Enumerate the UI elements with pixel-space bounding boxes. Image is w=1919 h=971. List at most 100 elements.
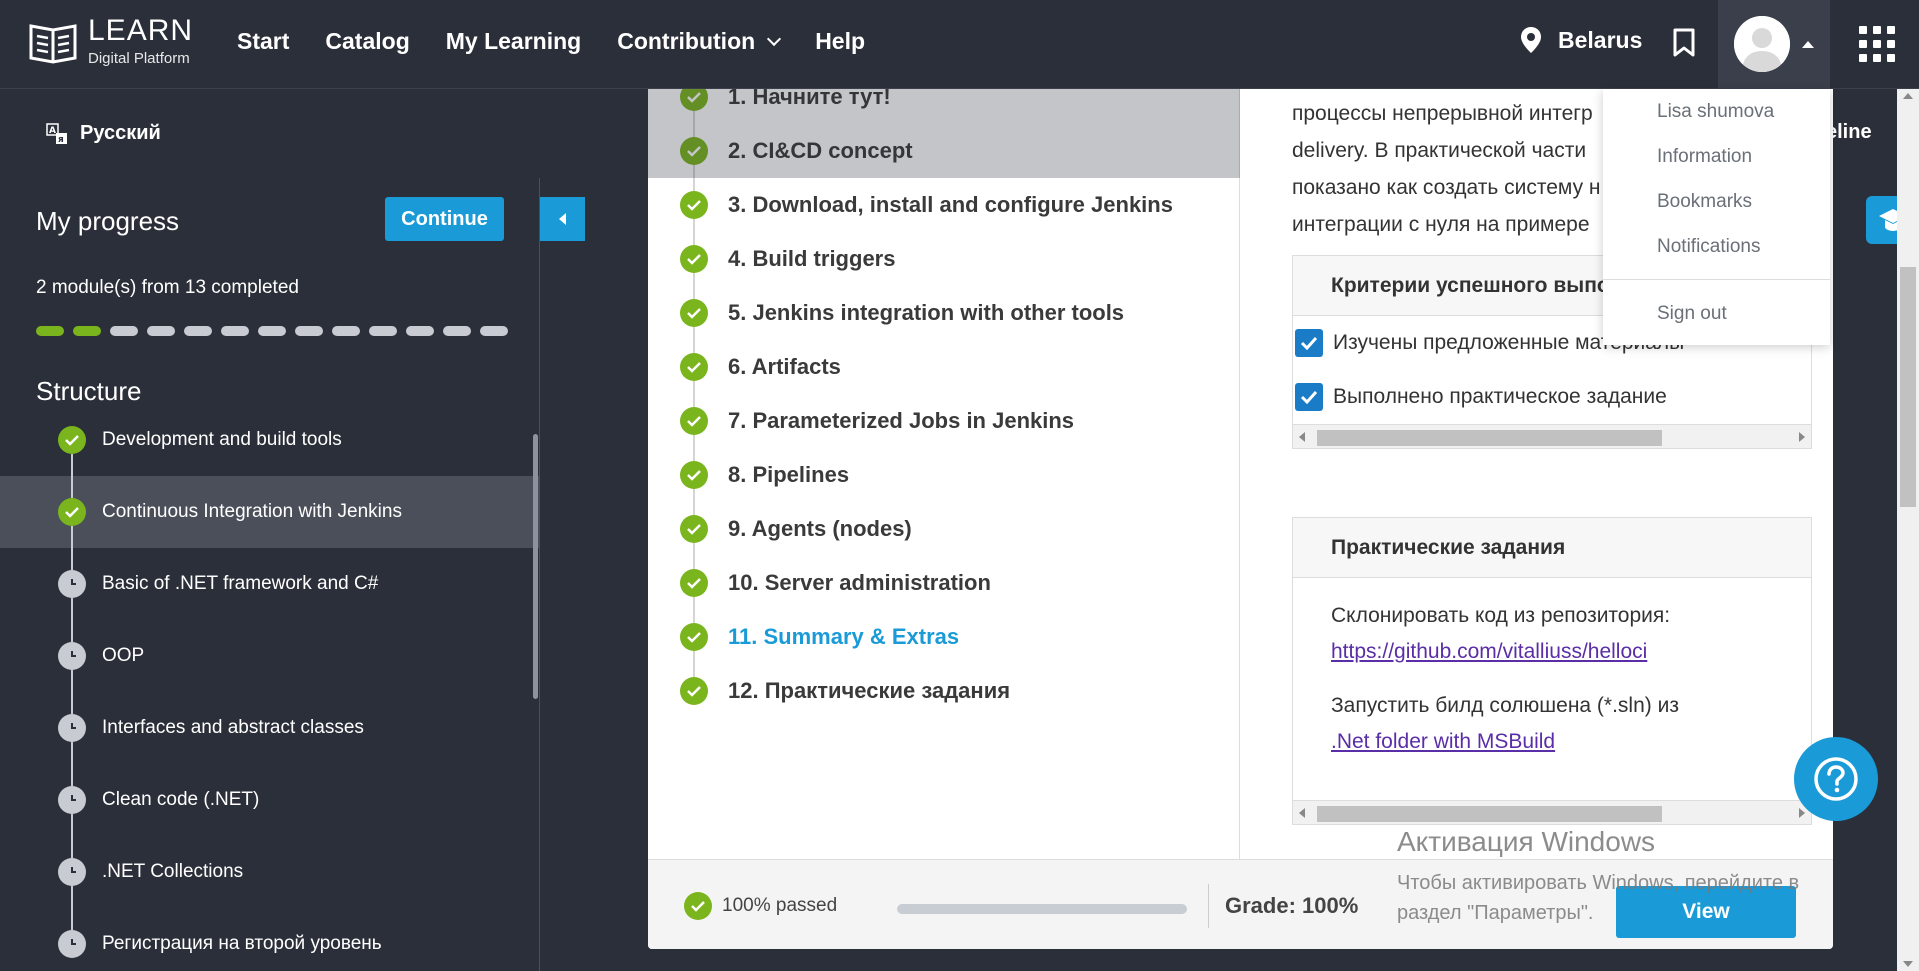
apps-grid-icon[interactable] [1859,26,1895,62]
scroll-up-icon[interactable] [1903,93,1913,99]
clock-icon [58,570,86,598]
criteria-hscrollbar[interactable] [1293,424,1811,448]
clock-icon [58,858,86,886]
language-switcher[interactable]: Aя Русский [46,122,161,145]
my-progress-title: My progress [36,206,180,236]
sidebar-module-item[interactable]: OOP [0,620,540,714]
module-progress-dash [443,326,471,336]
toc-item[interactable]: 5. Jenkins integration with other tools [680,299,1124,327]
clock-icon [58,714,86,742]
criteria-item[interactable]: Выполнено практическое задание [1293,370,1811,424]
sidebar-module-label: .NET Collections [102,861,244,882]
check-circle-icon [680,191,708,219]
lesson-progress-bar [897,904,1187,914]
view-button[interactable]: View [1616,886,1796,938]
collapse-sidebar-button[interactable] [540,197,585,241]
sidebar-scrollbar[interactable] [533,434,538,699]
nav-my-learning[interactable]: My Learning [446,28,581,55]
user-menu-toggle[interactable] [1718,0,1830,89]
toc-item[interactable]: 4. Build triggers [680,245,895,273]
completed-count-text: 2 module(s) from 13 completed [36,277,299,298]
nav-contribution[interactable]: Contribution [617,28,782,55]
module-progress-dashes [36,326,508,336]
module-progress-dash [36,326,64,336]
language-label: Русский [80,122,161,144]
check-circle-icon [680,461,708,489]
toc-item-label: 9. Agents (nodes) [728,516,912,541]
check-circle-icon [680,569,708,597]
grade-text: Grade: 100% [1225,893,1359,918]
toc-item[interactable]: 6. Artifacts [680,353,841,381]
scroll-thumb[interactable] [1317,806,1662,822]
sidebar-module-item[interactable]: Регистрация на второй уровень [0,908,540,971]
help-button[interactable] [1794,737,1878,821]
nav-contribution-label: Contribution [617,28,756,54]
nav-help[interactable]: Help [815,28,865,55]
dropdown-username[interactable]: Lisa shumova [1657,101,1774,123]
module-progress-dash [221,326,249,336]
scroll-left-icon[interactable] [1299,432,1305,442]
checkbox-checked-icon[interactable] [1295,329,1323,357]
toc-item[interactable]: 9. Agents (nodes) [680,515,912,543]
toc-item[interactable]: 12. Практические задания [680,677,1010,705]
scroll-thumb[interactable] [1317,430,1662,446]
dropdown-item-signout[interactable]: Sign out [1657,303,1727,325]
module-progress-dash [73,326,101,336]
clock-icon [58,642,86,670]
sidebar-module-item[interactable]: Clean code (.NET) [0,764,540,858]
repo-link[interactable]: https://github.com/vitalliuss/helloci [1331,634,1811,670]
module-connector [71,886,73,930]
clock-icon [58,786,86,814]
toc-item-label: 5. Jenkins integration with other tools [728,300,1125,325]
toc-item-label: 12. Практические задания [728,678,1011,703]
toc-item-label: 8. Pipelines [728,462,850,487]
logo[interactable]: LEARN Digital Platform [28,16,193,66]
tasks-hscrollbar[interactable] [1293,800,1811,824]
logo-subtitle: Digital Platform [88,50,190,67]
scroll-down-icon[interactable] [1903,961,1913,967]
dropdown-item-notifications[interactable]: Notifications [1657,236,1761,258]
nav-start[interactable]: Start [237,28,289,55]
checkbox-checked-icon[interactable] [1295,383,1323,411]
toc-item[interactable]: 11. Summary & Extras [680,623,959,651]
toc-item[interactable]: 10. Server administration [680,569,991,597]
lesson-footer: 100% passed Grade: 100% View [648,859,1833,949]
sidebar-module-item[interactable]: Development and build tools [0,404,540,498]
passed-status: 100% passed [684,892,837,920]
module-progress-dash [332,326,360,336]
sidebar-module-item[interactable]: Interfaces and abstract classes [0,692,540,786]
toc-item-label: 7. Parameterized Jobs in Jenkins [728,408,1075,433]
module-progress-dash [369,326,397,336]
dropdown-item-bookmarks[interactable]: Bookmarks [1657,191,1752,213]
location-selector[interactable]: Belarus [1520,26,1642,54]
toc-item[interactable]: 7. Parameterized Jobs in Jenkins [680,407,1074,435]
question-icon [1814,757,1858,801]
dropdown-item-information[interactable]: Information [1657,146,1752,168]
continue-button[interactable]: Continue [385,197,504,241]
lesson-toc: 1. Начните тут! 2. CI&CD concept 3. Downlo… [648,89,1240,859]
sidebar-module-item[interactable]: Continuous Integration with Jenkins [0,476,540,570]
location-label: Belarus [1558,26,1643,53]
sidebar-module-item[interactable]: .NET Collections [0,836,540,930]
logo-text: LEARN Digital Platform [88,16,193,67]
toc-item[interactable]: 8. Pipelines [680,461,849,489]
structure-title: Structure [36,376,142,406]
scroll-right-icon[interactable] [1799,432,1805,442]
scroll-left-icon[interactable] [1299,808,1305,818]
tasks-body: Склонировать код из репозитория: https:/… [1293,578,1811,800]
toc-item-label: 3. Download, install and configure Jenki… [728,192,1173,217]
page-scrollbar[interactable] [1897,89,1919,971]
nav-catalog[interactable]: Catalog [325,28,409,55]
module-connector [71,670,73,714]
module-progress-dash [295,326,323,336]
msbuild-link[interactable]: .Net folder with MSBuild [1331,724,1811,760]
toc-item[interactable]: 3. Download, install and configure Jenki… [680,191,1173,219]
module-list: Development and build tools Continuous In… [0,404,540,971]
sidebar-module-item[interactable]: Basic of .NET framework and C# [0,548,540,642]
check-circle-icon [680,623,708,651]
page-scroll-thumb[interactable] [1900,267,1916,507]
bookmark-icon[interactable] [1672,28,1696,58]
module-connector [71,814,73,858]
scroll-right-icon[interactable] [1799,808,1805,818]
dropdown-divider [1603,279,1830,280]
